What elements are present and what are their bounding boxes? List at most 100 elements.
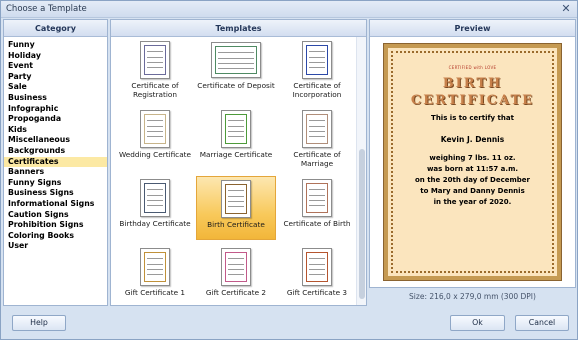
thumbnail-frame <box>225 252 247 282</box>
template-label: Gift Certificate 2 <box>196 288 276 297</box>
thumbnail-text-line <box>228 274 244 275</box>
template-label-line2: Registration <box>132 90 177 99</box>
thumbnail-text-line <box>309 57 325 58</box>
thumbnail-frame <box>306 183 328 213</box>
templates-scrollbar[interactable] <box>356 37 366 305</box>
thumbnail-text-line <box>147 126 163 127</box>
template-label: Birthday Certificate <box>115 219 195 228</box>
title-bar: Choose a Template ✕ <box>1 1 577 18</box>
help-button[interactable]: Help <box>12 315 66 331</box>
ok-button[interactable]: Ok <box>450 315 505 331</box>
thumbnail-text-line <box>309 274 325 275</box>
template-label-line1: Certificate of Deposit <box>197 81 275 90</box>
category-item[interactable]: Business Signs <box>4 188 107 199</box>
template-label: Certificate of Deposit <box>196 81 276 90</box>
template-label-line1: Birth Certificate <box>207 220 265 229</box>
thumbnail-frame <box>144 45 166 75</box>
category-item[interactable]: Miscellaneous <box>4 135 107 146</box>
category-item[interactable]: User <box>4 241 107 252</box>
thumbnail-text-line <box>228 136 244 137</box>
category-item[interactable]: Party <box>4 72 107 83</box>
preview-panel: Preview CERTIFIED with LOVE BIRTH CERTIF… <box>369 19 576 288</box>
category-item[interactable]: Funny <box>4 40 107 51</box>
thumbnail-frame <box>306 45 328 75</box>
template-thumbnail <box>140 248 170 286</box>
category-item[interactable]: Certificates <box>4 156 107 168</box>
scrollbar-thumb[interactable] <box>359 149 365 299</box>
category-item[interactable]: Caution Signs <box>4 210 107 221</box>
template-tile[interactable]: Birthday Certificate <box>115 176 195 240</box>
thumbnail-text-line <box>309 258 325 259</box>
thumbnail-text-line <box>147 200 163 201</box>
thumbnail-text-line <box>309 62 325 63</box>
thumbnail-text-line <box>228 258 244 259</box>
template-tile[interactable]: Wedding Certificate <box>115 107 195 171</box>
thumbnail-text-line <box>147 274 163 275</box>
template-tile[interactable]: Certificate of Marriage <box>277 107 357 171</box>
thumbnail-text-line <box>309 126 325 127</box>
category-item[interactable]: Event <box>4 61 107 72</box>
category-item[interactable]: Funny Signs <box>4 178 107 189</box>
category-item[interactable]: Coloring Books <box>4 231 107 242</box>
thumbnail-text-line <box>309 264 325 265</box>
template-tile[interactable]: Gift Certificate 3 <box>277 245 357 305</box>
category-item[interactable]: Backgrounds <box>4 146 107 157</box>
thumbnail-text-line <box>218 58 254 59</box>
template-thumbnail <box>140 179 170 217</box>
template-label-line1: Certificate of Birth <box>283 219 351 228</box>
window-title: Choose a Template <box>6 4 87 14</box>
thumbnail-text-line <box>309 269 325 270</box>
certificate-title-line1: BIRTH <box>442 76 503 91</box>
category-header: Category <box>4 20 107 37</box>
category-item[interactable]: Informational Signs <box>4 199 107 210</box>
thumbnail-text-line <box>147 51 163 52</box>
category-item[interactable]: Kids <box>4 125 107 136</box>
certificate-text-line: in the year of 2020. <box>433 198 512 206</box>
category-item[interactable]: Banners <box>4 167 107 178</box>
category-item[interactable]: Business <box>4 93 107 104</box>
template-tile[interactable]: Gift Certificate 1 <box>115 245 195 305</box>
template-label-line1: Marriage Certificate <box>199 150 273 159</box>
preview-header: Preview <box>370 20 575 37</box>
template-tile[interactable]: Gift Certificate 2 <box>196 245 276 305</box>
certificate-text-line: Kevin J. Dennis <box>440 135 505 144</box>
template-tile[interactable]: Certificate of Incorporation <box>277 38 357 102</box>
template-label-line1: Wedding Certificate <box>118 150 192 159</box>
template-tile[interactable]: Certificate of Birth <box>277 176 357 240</box>
template-tile[interactable]: Marriage Certificate <box>196 107 276 171</box>
thumbnail-text-line <box>147 205 163 206</box>
category-item[interactable]: Holiday <box>4 51 107 62</box>
template-label-line1: Certificate of <box>131 81 179 90</box>
close-icon[interactable]: ✕ <box>559 2 573 16</box>
thumbnail-frame <box>225 184 247 214</box>
templates-panel: Templates Certificate of Registration Cert… <box>110 19 367 306</box>
thumbnail-frame <box>306 252 328 282</box>
size-info: Size: 216,0 x 279,0 mm (300 DPI) <box>409 292 536 301</box>
certificate-text-line: weighing 7 lbs. 11 oz. <box>429 154 516 162</box>
template-label-line2: Incorporation <box>292 90 342 99</box>
thumbnail-frame <box>144 252 166 282</box>
template-label: Birth Certificate <box>197 220 275 229</box>
template-tile[interactable]: Certificate of Deposit <box>196 38 276 102</box>
template-tile[interactable]: Certificate of Registration <box>115 38 195 102</box>
cancel-button[interactable]: Cancel <box>515 315 569 331</box>
category-item[interactable]: Infographic <box>4 104 107 115</box>
thumbnail-text-line <box>147 136 163 137</box>
template-tile[interactable]: Birth Certificate <box>196 176 276 240</box>
template-label: Certificate of Marriage <box>277 150 357 168</box>
category-item[interactable]: Propoganda <box>4 114 107 125</box>
thumbnail-text-line <box>228 201 244 202</box>
category-item[interactable]: Sale <box>4 82 107 93</box>
thumbnail-text-line <box>147 189 163 190</box>
thumbnail-text-line <box>228 190 244 191</box>
thumbnail-text-line <box>147 264 163 265</box>
template-label: Marriage Certificate <box>196 150 276 159</box>
category-item[interactable]: Prohibition Signs <box>4 220 107 231</box>
template-thumbnail <box>221 180 251 218</box>
template-thumbnail <box>221 110 251 148</box>
template-label-line1: Certificate of <box>293 81 341 90</box>
thumbnail-frame <box>215 46 257 74</box>
template-thumbnail <box>221 248 251 286</box>
thumbnail-text-line <box>309 136 325 137</box>
thumbnail-text-line <box>147 131 163 132</box>
